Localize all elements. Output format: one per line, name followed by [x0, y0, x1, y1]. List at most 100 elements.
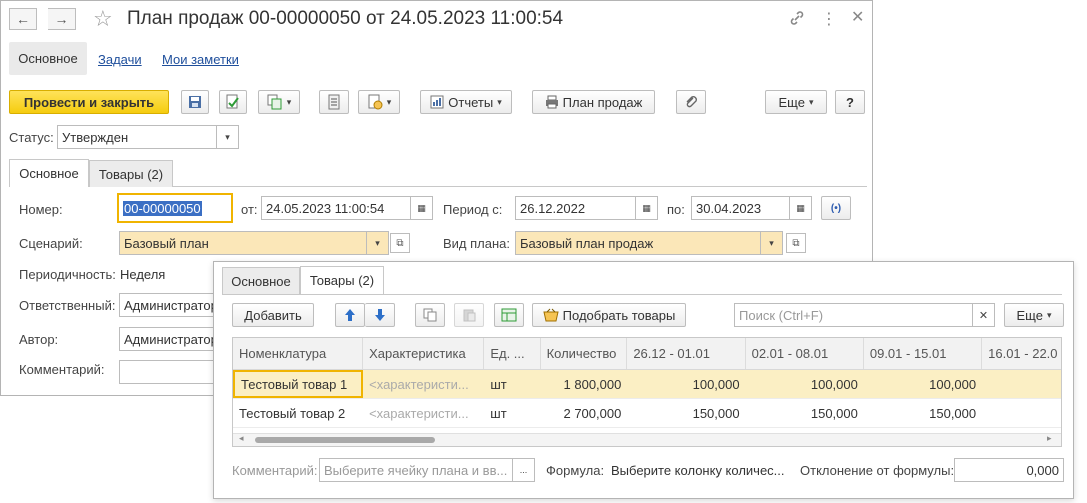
- cell-week-3[interactable]: 100,000: [864, 370, 982, 398]
- column-header[interactable]: 16.01 - 22.0: [982, 338, 1061, 369]
- scroll-left-icon[interactable]: ◂: [239, 433, 244, 444]
- date-field[interactable]: 24.05.2023 11:00:54: [261, 196, 411, 220]
- back-button[interactable]: ←: [9, 8, 37, 30]
- cell-week-3[interactable]: 150,000: [864, 399, 982, 427]
- column-header[interactable]: Ед. ...: [484, 338, 541, 369]
- scenario-dropdown-button[interactable]: ▾: [367, 231, 389, 255]
- goods-more-button[interactable]: Еще ▾: [1004, 303, 1064, 327]
- cell-unit[interactable]: шт: [484, 370, 540, 398]
- save-icon: [189, 96, 201, 108]
- column-header[interactable]: Количество: [541, 338, 628, 369]
- period-from-label: Период с:: [443, 202, 503, 217]
- fill-table-button[interactable]: [494, 303, 524, 327]
- goods-table[interactable]: Номенклатура Характеристика Ед. ... Коли…: [232, 337, 1062, 447]
- scenario-open-button[interactable]: ⧉: [390, 233, 410, 253]
- cell-quantity[interactable]: 1 800,000: [541, 370, 628, 398]
- horizontal-scrollbar[interactable]: ◂ ▸: [233, 433, 1061, 446]
- link-icon[interactable]: [788, 9, 806, 27]
- date-calendar-button[interactable]: ▦: [411, 196, 433, 220]
- plan-type-open-button[interactable]: ⧉: [786, 233, 806, 253]
- scroll-right-icon[interactable]: ▸: [1047, 433, 1052, 444]
- status-label: Статус:: [9, 130, 54, 145]
- tab-goods[interactable]: Товары (2): [89, 160, 173, 187]
- structure-button[interactable]: [319, 90, 349, 114]
- clear-search-button[interactable]: ✕: [973, 303, 995, 327]
- tab-main[interactable]: Основное: [9, 159, 89, 187]
- period-to-calendar-button[interactable]: ▦: [790, 196, 812, 220]
- status-select[interactable]: Утвержден: [57, 125, 217, 149]
- move-down-button[interactable]: [365, 303, 395, 327]
- forward-button[interactable]: →: [48, 8, 76, 30]
- chevron-down-icon: ▾: [386, 96, 392, 107]
- print-forms-button[interactable]: ▾: [358, 90, 400, 114]
- cell-week-4[interactable]: [982, 399, 1061, 427]
- cell-name[interactable]: Тестовый товар 1: [233, 370, 364, 398]
- plan-type-field[interactable]: Базовый план продаж: [515, 231, 761, 255]
- goods-comment-label: Комментарий:: [232, 463, 318, 478]
- star-icon[interactable]: ☆: [93, 6, 113, 32]
- cell-week-2[interactable]: 150,000: [746, 399, 864, 427]
- column-header[interactable]: Характеристика: [363, 338, 485, 369]
- cell-week-1[interactable]: 100,000: [627, 370, 745, 398]
- post-and-close-button[interactable]: Провести и закрыть: [9, 90, 169, 114]
- more-vertical-icon[interactable]: ⋮: [821, 9, 837, 29]
- period-to-field[interactable]: 30.04.2023: [691, 196, 790, 220]
- column-header[interactable]: 02.01 - 08.01: [746, 338, 864, 369]
- more-button[interactable]: Еще ▾: [765, 90, 827, 114]
- table-row[interactable]: Тестовый товар 2 <характеристи... шт 2 7…: [233, 399, 1061, 428]
- pick-goods-button[interactable]: Подобрать товары: [532, 303, 686, 327]
- goods-comment-field[interactable]: Выберите ячейку плана и вв...: [319, 458, 513, 482]
- period-from-calendar-button[interactable]: ▦: [636, 196, 658, 220]
- author-label: Автор:: [19, 332, 59, 347]
- deviation-field[interactable]: 0,000: [954, 458, 1064, 482]
- column-header[interactable]: 26.12 - 01.01: [627, 338, 746, 369]
- cell-name[interactable]: Тестовый товар 2: [233, 399, 363, 427]
- scenario-field[interactable]: Базовый план: [119, 231, 367, 255]
- column-header[interactable]: Номенклатура: [233, 338, 364, 369]
- calendar-icon: ▦: [796, 202, 805, 213]
- number-label: Номер:: [19, 202, 63, 217]
- period-select-button[interactable]: (•): [821, 196, 851, 220]
- column-header[interactable]: 09.01 - 15.01: [864, 338, 983, 369]
- create-based-on-button[interactable]: ▾: [258, 90, 300, 114]
- close-icon[interactable]: ✕: [851, 7, 864, 27]
- attach-file-button[interactable]: [676, 90, 706, 114]
- move-up-button[interactable]: [335, 303, 365, 327]
- paste-row-button[interactable]: [454, 303, 484, 327]
- status-dropdown-button[interactable]: ▾: [217, 125, 239, 149]
- chevron-down-icon: ▾: [286, 96, 292, 107]
- cell-characteristic[interactable]: <характеристи...: [363, 399, 484, 427]
- save-button[interactable]: [181, 90, 209, 114]
- period-from-field[interactable]: 26.12.2022: [515, 196, 636, 220]
- section-tasks-link[interactable]: Задачи: [98, 52, 142, 67]
- post-button[interactable]: [219, 90, 247, 114]
- goods-window-tab-goods[interactable]: Товары (2): [300, 266, 384, 294]
- calendar-icon: ▦: [417, 202, 426, 213]
- copy-icon: [423, 308, 437, 322]
- cell-week-4[interactable]: [982, 370, 1061, 398]
- table-header: Номенклатура Характеристика Ед. ... Коли…: [233, 338, 1061, 370]
- add-row-button[interactable]: Добавить: [232, 303, 314, 327]
- arrow-left-icon: ←: [16, 11, 30, 27]
- goods-search-input[interactable]: Поиск (Ctrl+F): [734, 303, 973, 327]
- number-field[interactable]: 00-00000050: [117, 193, 233, 223]
- help-button[interactable]: ?: [835, 90, 865, 114]
- goods-window-tab-main[interactable]: Основное: [222, 267, 300, 294]
- scrollbar-thumb[interactable]: [255, 437, 435, 443]
- cell-characteristic[interactable]: <характеристи...: [363, 370, 484, 398]
- cell-quantity[interactable]: 2 700,000: [541, 399, 628, 427]
- table-row[interactable]: Тестовый товар 1 <характеристи... шт 1 8…: [233, 370, 1061, 399]
- copy-row-button[interactable]: [415, 303, 445, 327]
- chevron-down-icon: ▾: [497, 96, 502, 107]
- post-document-icon: [226, 94, 239, 109]
- section-main[interactable]: Основное: [9, 42, 87, 75]
- cell-week-2[interactable]: 100,000: [746, 370, 864, 398]
- cell-unit[interactable]: шт: [484, 399, 540, 427]
- section-notes-link[interactable]: Мои заметки: [162, 52, 239, 67]
- reports-button[interactable]: Отчеты ▾: [420, 90, 512, 114]
- cell-week-1[interactable]: 150,000: [627, 399, 745, 427]
- report-icon: [430, 95, 444, 109]
- goods-comment-more-button[interactable]: ...: [513, 458, 535, 482]
- plan-type-dropdown-button[interactable]: ▾: [761, 231, 783, 255]
- sales-plan-print-button[interactable]: План продаж: [532, 90, 655, 114]
